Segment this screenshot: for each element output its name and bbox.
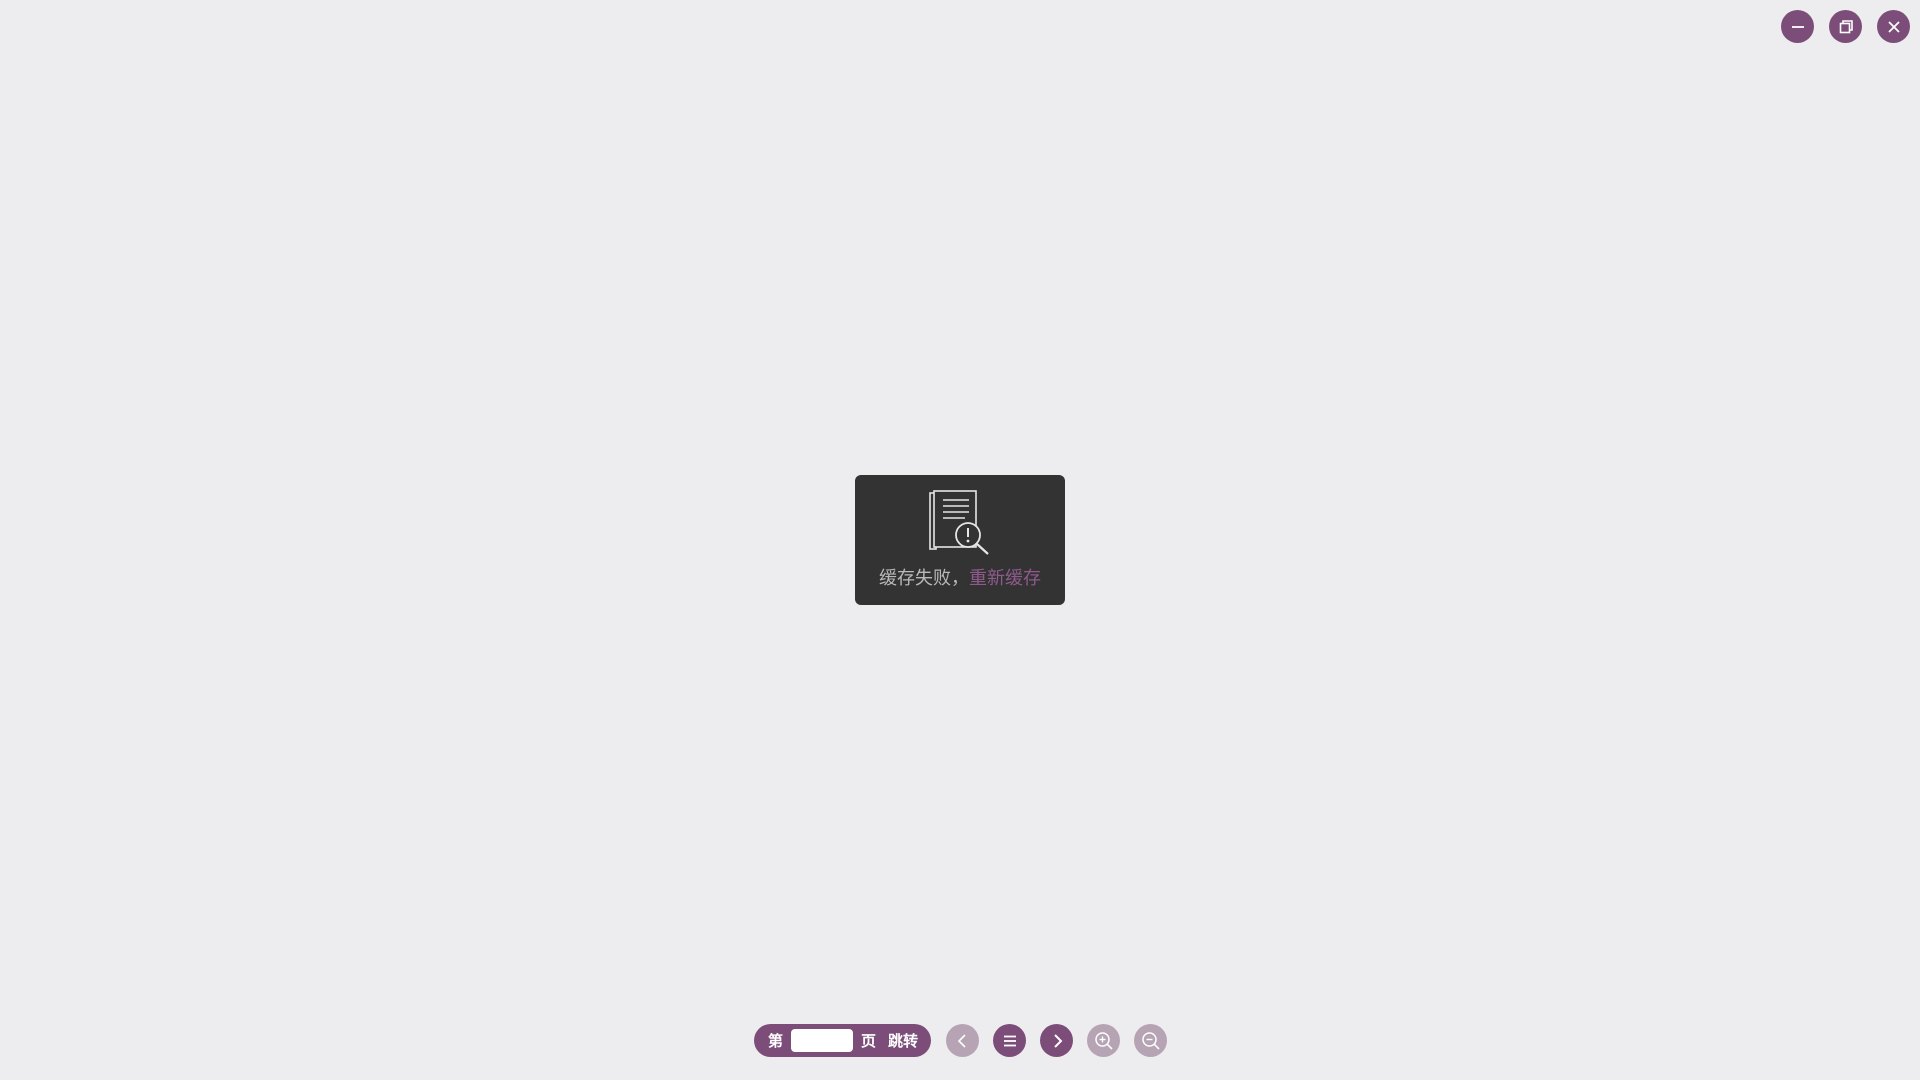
restore-icon: [1839, 19, 1853, 33]
list-menu-icon: [1003, 1035, 1016, 1046]
page-number-input[interactable]: [791, 1029, 854, 1052]
window-controls: [1781, 10, 1910, 43]
jump-button[interactable]: 跳转: [888, 1030, 918, 1051]
document-search-warning-icon: [929, 490, 989, 555]
recache-link[interactable]: 重新缓存: [969, 568, 1041, 589]
page-suffix-label: 页: [861, 1032, 877, 1050]
chevron-right-icon: [1053, 1033, 1062, 1048]
zoom-in-button[interactable]: [1087, 1024, 1120, 1057]
restore-button[interactable]: [1829, 10, 1862, 43]
cache-failed-toast: 缓存失败，重新缓存: [855, 475, 1065, 605]
close-button[interactable]: [1877, 10, 1910, 43]
zoom-out-icon: [1141, 1031, 1160, 1050]
previous-page-button[interactable]: [946, 1024, 979, 1057]
toast-message: 缓存失败，重新缓存: [879, 564, 1041, 590]
next-page-button[interactable]: [1040, 1024, 1073, 1057]
zoom-in-icon: [1094, 1031, 1113, 1050]
zoom-out-button[interactable]: [1134, 1024, 1167, 1057]
minus-icon: [1791, 25, 1804, 28]
close-icon: [1887, 20, 1900, 33]
cache-failed-text: 缓存失败，: [879, 568, 969, 589]
chevron-left-icon: [957, 1033, 966, 1048]
bottom-toolbar: 第 页 跳转: [754, 1024, 1167, 1057]
page-prefix-label: 第: [768, 1032, 784, 1050]
minimize-button[interactable]: [1781, 10, 1814, 43]
table-of-contents-button[interactable]: [993, 1024, 1026, 1057]
page-jump-control: 第 页 跳转: [754, 1024, 931, 1057]
document-viewer: 缓存失败，重新缓存 第 页 跳转: [0, 0, 1920, 1080]
